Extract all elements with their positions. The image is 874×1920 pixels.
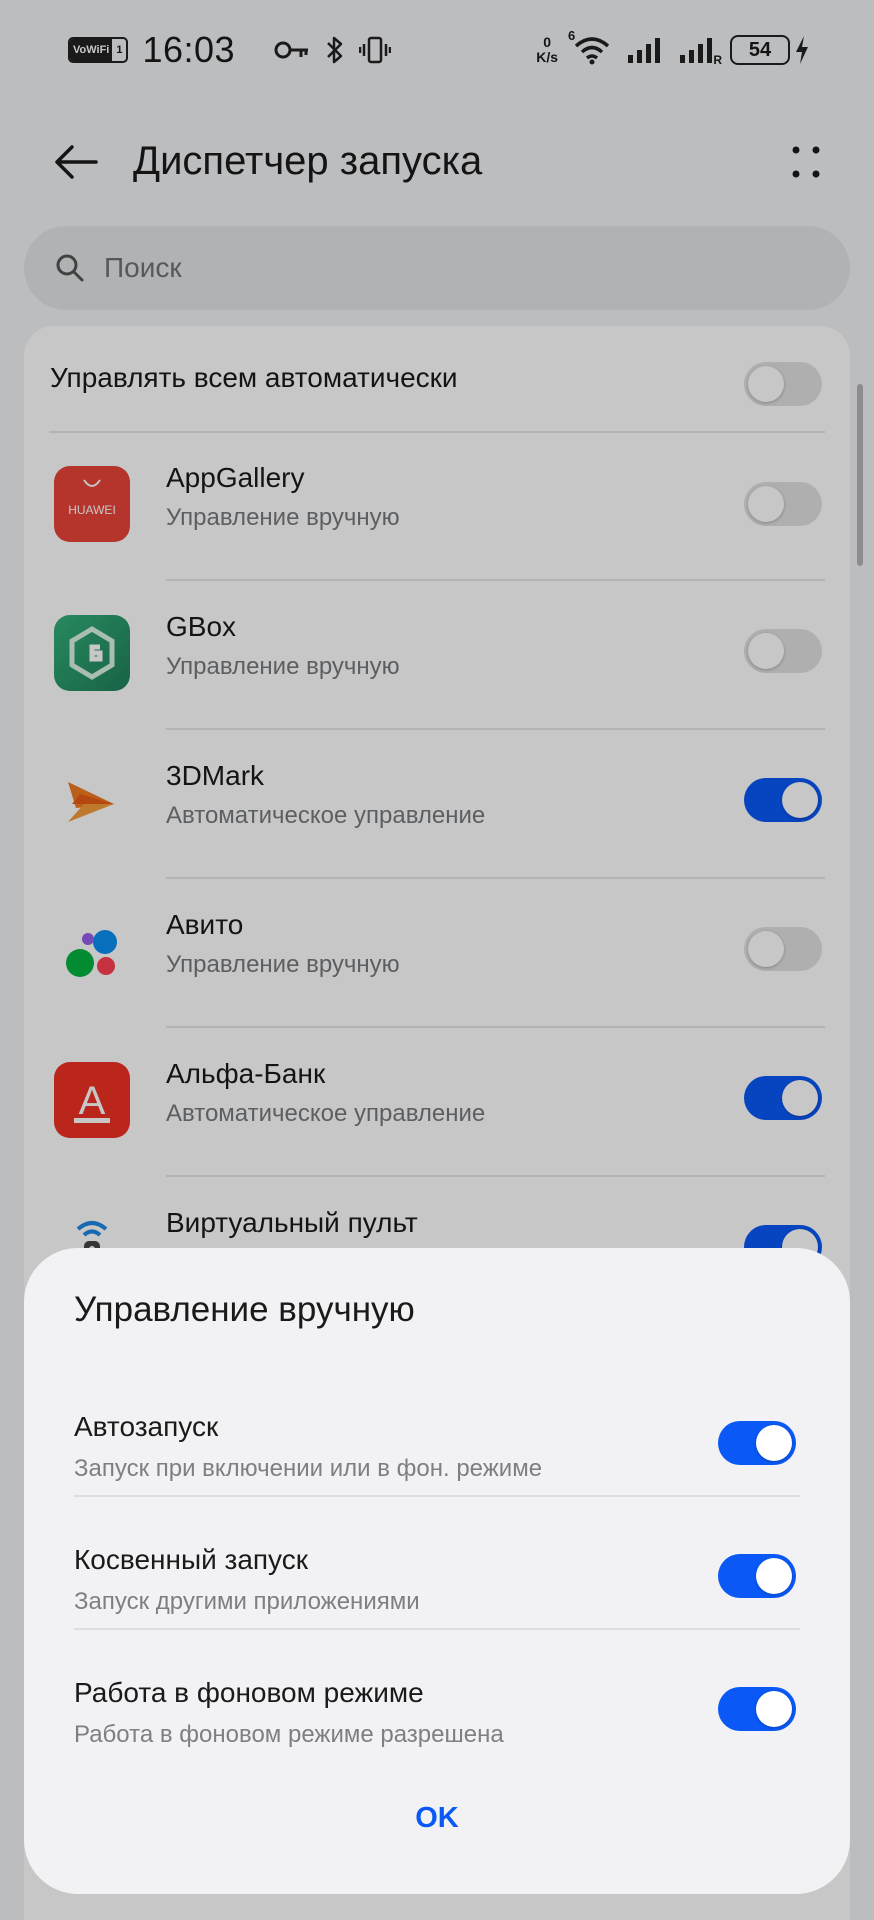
option-title: Косвенный запуск — [74, 1544, 308, 1575]
option-background-work[interactable]: Работа в фоновом режиме Работа в фоновом… — [24, 1661, 850, 1794]
indirect-launch-toggle[interactable] — [718, 1554, 796, 1598]
divider — [74, 1495, 800, 1497]
background-work-toggle[interactable] — [718, 1687, 796, 1731]
option-indirect-launch[interactable]: Косвенный запуск Запуск другими приложен… — [24, 1528, 850, 1661]
option-title: Автозапуск — [74, 1411, 219, 1442]
sheet-title: Управление вручную — [74, 1290, 415, 1329]
divider — [74, 1628, 800, 1630]
option-subtitle: Работа в фоновом режиме разрешена — [74, 1721, 504, 1748]
option-autostart[interactable]: Автозапуск Запуск при включении или в фо… — [24, 1395, 850, 1528]
screen: VoWiFi 1 16:03 0 K/s 6 R 54 Диспетчер за… — [0, 0, 874, 1920]
option-subtitle: Запуск при включении или в фон. режиме — [74, 1455, 543, 1482]
ok-button[interactable]: OK — [377, 1788, 497, 1848]
manual-control-sheet: Управление вручную Автозапуск Запуск при… — [24, 1248, 850, 1894]
option-subtitle: Запуск другими приложениями — [74, 1588, 420, 1615]
autostart-toggle[interactable] — [718, 1421, 796, 1465]
option-title: Работа в фоновом режиме — [74, 1677, 424, 1708]
